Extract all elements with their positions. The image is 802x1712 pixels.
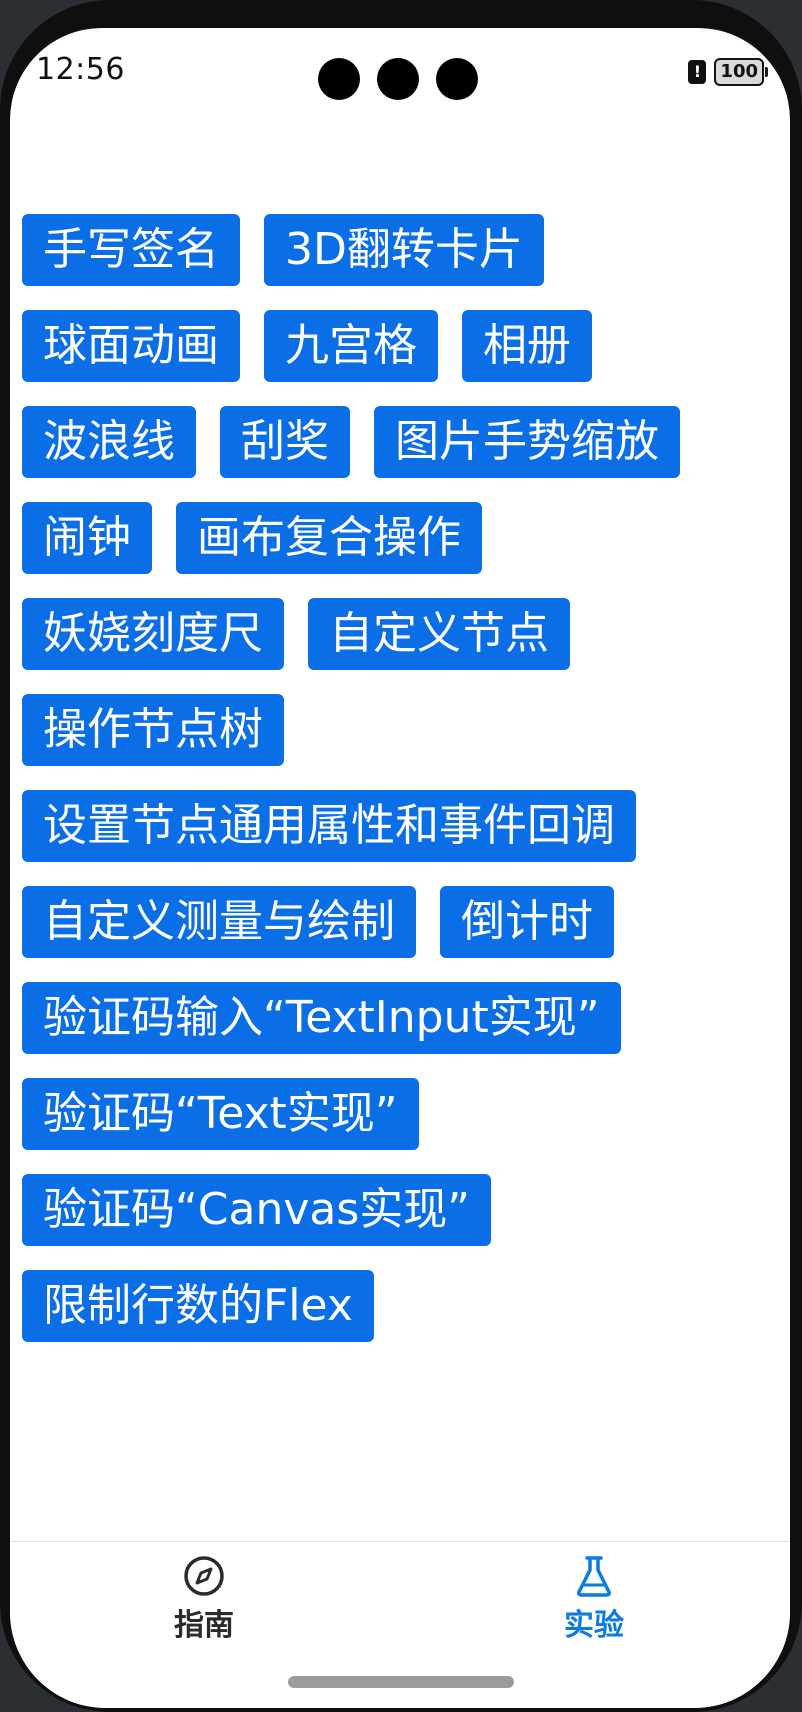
status-time: 12:56 bbox=[36, 52, 125, 87]
camera-lens bbox=[436, 58, 478, 100]
button-row: 手写签名 3D翻转卡片 bbox=[22, 214, 778, 286]
button-row: 验证码输入“TextInput实现” bbox=[22, 982, 778, 1054]
demo-button[interactable]: 验证码“Canvas实现” bbox=[22, 1174, 492, 1246]
button-row: 闹钟 画布复合操作 bbox=[22, 502, 778, 574]
camera-lens bbox=[318, 58, 360, 100]
home-indicator[interactable] bbox=[288, 1676, 514, 1688]
demo-button[interactable]: 自定义节点 bbox=[308, 598, 570, 670]
button-row: 自定义测量与绘制 倒计时 bbox=[22, 886, 778, 958]
demo-button[interactable]: 验证码“Text实现” bbox=[22, 1078, 419, 1150]
tab-guide-label: 指南 bbox=[174, 1608, 234, 1643]
status-icons: ! 100 bbox=[688, 58, 768, 86]
demo-button[interactable]: 手写签名 bbox=[22, 214, 240, 286]
battery-indicator: 100 bbox=[714, 58, 768, 86]
bottom-tab-bar: 指南 实验 bbox=[10, 1541, 790, 1708]
demo-button-list: 手写签名 3D翻转卡片 球面动画 九宫格 相册 波浪线 刮奖 图片手势缩放 闹钟 画布复合操作 妖娆… bbox=[22, 214, 778, 1366]
demo-button[interactable]: 妖娆刻度尺 bbox=[22, 598, 284, 670]
demo-button[interactable]: 刮奖 bbox=[220, 406, 350, 478]
button-row: 波浪线 刮奖 图片手势缩放 bbox=[22, 406, 778, 478]
tab-guide[interactable]: 指南 bbox=[144, 1554, 264, 1644]
demo-button[interactable]: 波浪线 bbox=[22, 406, 196, 478]
exclamation-icon: ! bbox=[688, 60, 707, 84]
demo-button[interactable]: 设置节点通用属性和事件回调 bbox=[22, 790, 636, 862]
button-row: 限制行数的Flex bbox=[22, 1270, 778, 1342]
compass-icon bbox=[184, 1556, 224, 1596]
button-row: 球面动画 九宫格 相册 bbox=[22, 310, 778, 382]
status-bar: 12:56 ! 100 bbox=[10, 28, 790, 138]
phone-screen: 12:56 ! 100 手写签名 3D翻转卡片 球面动画 九宫格 相册 波浪线 刮奖 图片手势… bbox=[10, 28, 790, 1708]
demo-button[interactable]: 自定义测量与绘制 bbox=[22, 886, 416, 958]
demo-button[interactable]: 限制行数的Flex bbox=[22, 1270, 374, 1342]
demo-button[interactable]: 3D翻转卡片 bbox=[264, 214, 544, 286]
button-row: 妖娆刻度尺 自定义节点 bbox=[22, 598, 778, 670]
demo-button[interactable]: 相册 bbox=[462, 310, 592, 382]
button-row: 验证码“Canvas实现” bbox=[22, 1174, 778, 1246]
tab-lab[interactable]: 实验 bbox=[534, 1554, 654, 1644]
button-row: 操作节点树 bbox=[22, 694, 778, 766]
demo-button[interactable]: 验证码输入“TextInput实现” bbox=[22, 982, 621, 1054]
demo-button[interactable]: 图片手势缩放 bbox=[374, 406, 680, 478]
camera-lens bbox=[377, 58, 419, 100]
demo-button[interactable]: 画布复合操作 bbox=[176, 502, 482, 574]
demo-button[interactable]: 操作节点树 bbox=[22, 694, 284, 766]
button-row: 验证码“Text实现” bbox=[22, 1078, 778, 1150]
demo-button[interactable]: 九宫格 bbox=[264, 310, 438, 382]
tab-lab-label: 实验 bbox=[564, 1608, 624, 1643]
flask-icon bbox=[577, 1556, 611, 1597]
demo-button[interactable]: 闹钟 bbox=[22, 502, 152, 574]
demo-button[interactable]: 倒计时 bbox=[440, 886, 614, 958]
button-row: 设置节点通用属性和事件回调 bbox=[22, 790, 778, 862]
demo-button[interactable]: 球面动画 bbox=[22, 310, 240, 382]
